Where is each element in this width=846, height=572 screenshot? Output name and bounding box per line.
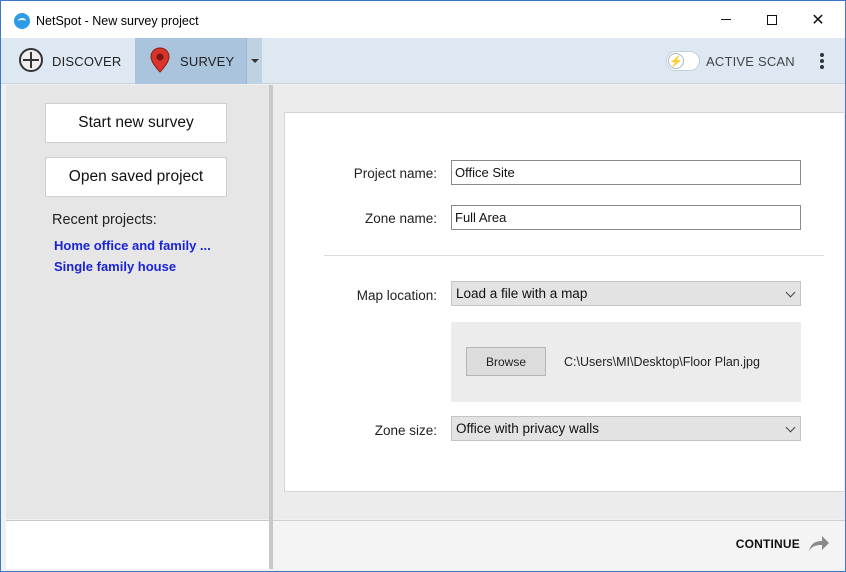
main-toolbar: DISCOVER SURVEY ⚡ ACTIVE SCAN bbox=[1, 38, 845, 84]
sidebar-footer bbox=[6, 520, 269, 569]
title-bar: NetSpot - New survey project ✕ bbox=[1, 1, 845, 38]
maximize-button[interactable] bbox=[749, 1, 795, 38]
chevron-down-icon bbox=[785, 287, 796, 298]
app-window: NetSpot - New survey project ✕ DISCOVER … bbox=[0, 0, 846, 572]
map-location-label: Map location: bbox=[356, 288, 437, 303]
zone-size-label: Zone size: bbox=[374, 423, 437, 438]
crosshair-icon bbox=[19, 48, 43, 72]
map-location-value: Load a file with a map bbox=[456, 286, 588, 301]
project-name-input[interactable] bbox=[451, 160, 801, 185]
file-picker: Browse C:\Users\MI\Desktop\Floor Plan.jp… bbox=[451, 322, 801, 402]
toggle-switch[interactable]: ⚡ bbox=[666, 51, 700, 71]
open-saved-project-button[interactable]: Open saved project bbox=[45, 157, 227, 197]
minimize-button[interactable] bbox=[703, 1, 749, 38]
zone-size-value: Office with privacy walls bbox=[456, 421, 600, 436]
arrow-right-icon bbox=[809, 536, 829, 551]
main-content: Project name: Zone name: Map location: L… bbox=[273, 85, 845, 519]
divider bbox=[324, 255, 824, 256]
caret-down-icon bbox=[250, 59, 259, 63]
recent-project-link[interactable]: Home office and family ... bbox=[54, 238, 211, 253]
zone-size-select[interactable]: Office with privacy walls bbox=[451, 416, 801, 441]
map-location-select[interactable]: Load a file with a map bbox=[451, 281, 801, 306]
window-title: NetSpot - New survey project bbox=[36, 14, 199, 28]
recent-projects-heading: Recent projects: bbox=[52, 212, 157, 228]
footer-bar: CONTINUE bbox=[273, 520, 845, 569]
close-icon: ✕ bbox=[811, 11, 825, 29]
minimize-icon bbox=[721, 19, 731, 20]
tab-discover[interactable]: DISCOVER bbox=[1, 38, 135, 84]
chevron-down-icon bbox=[785, 422, 796, 433]
more-options-icon[interactable] bbox=[815, 50, 829, 72]
sidebar: Start new survey Open saved project Rece… bbox=[6, 85, 269, 519]
active-scan-label: ACTIVE SCAN bbox=[706, 54, 795, 69]
start-new-survey-button[interactable]: Start new survey bbox=[45, 103, 227, 143]
zone-name-input[interactable] bbox=[451, 205, 801, 230]
close-button[interactable]: ✕ bbox=[795, 1, 841, 38]
netspot-logo-icon bbox=[14, 13, 30, 29]
file-path: C:\Users\MI\Desktop\Floor Plan.jpg bbox=[564, 355, 760, 369]
recent-project-link[interactable]: Single family house bbox=[54, 259, 176, 274]
zone-name-label: Zone name: bbox=[364, 211, 437, 226]
map-pin-icon bbox=[150, 47, 170, 73]
survey-form: Project name: Zone name: Map location: L… bbox=[284, 112, 844, 492]
continue-button[interactable]: CONTINUE bbox=[736, 533, 830, 555]
tab-survey[interactable]: SURVEY bbox=[135, 38, 246, 84]
lightning-icon: ⚡ bbox=[668, 53, 684, 69]
active-scan-toggle[interactable]: ⚡ ACTIVE SCAN bbox=[666, 38, 796, 84]
browse-button[interactable]: Browse bbox=[466, 347, 546, 376]
tab-discover-label: DISCOVER bbox=[52, 54, 122, 69]
survey-dropdown-button[interactable] bbox=[246, 38, 262, 84]
continue-label: CONTINUE bbox=[735, 537, 800, 551]
maximize-icon bbox=[767, 14, 777, 25]
project-name-label: Project name: bbox=[353, 166, 437, 181]
tab-survey-label: SURVEY bbox=[180, 54, 235, 69]
